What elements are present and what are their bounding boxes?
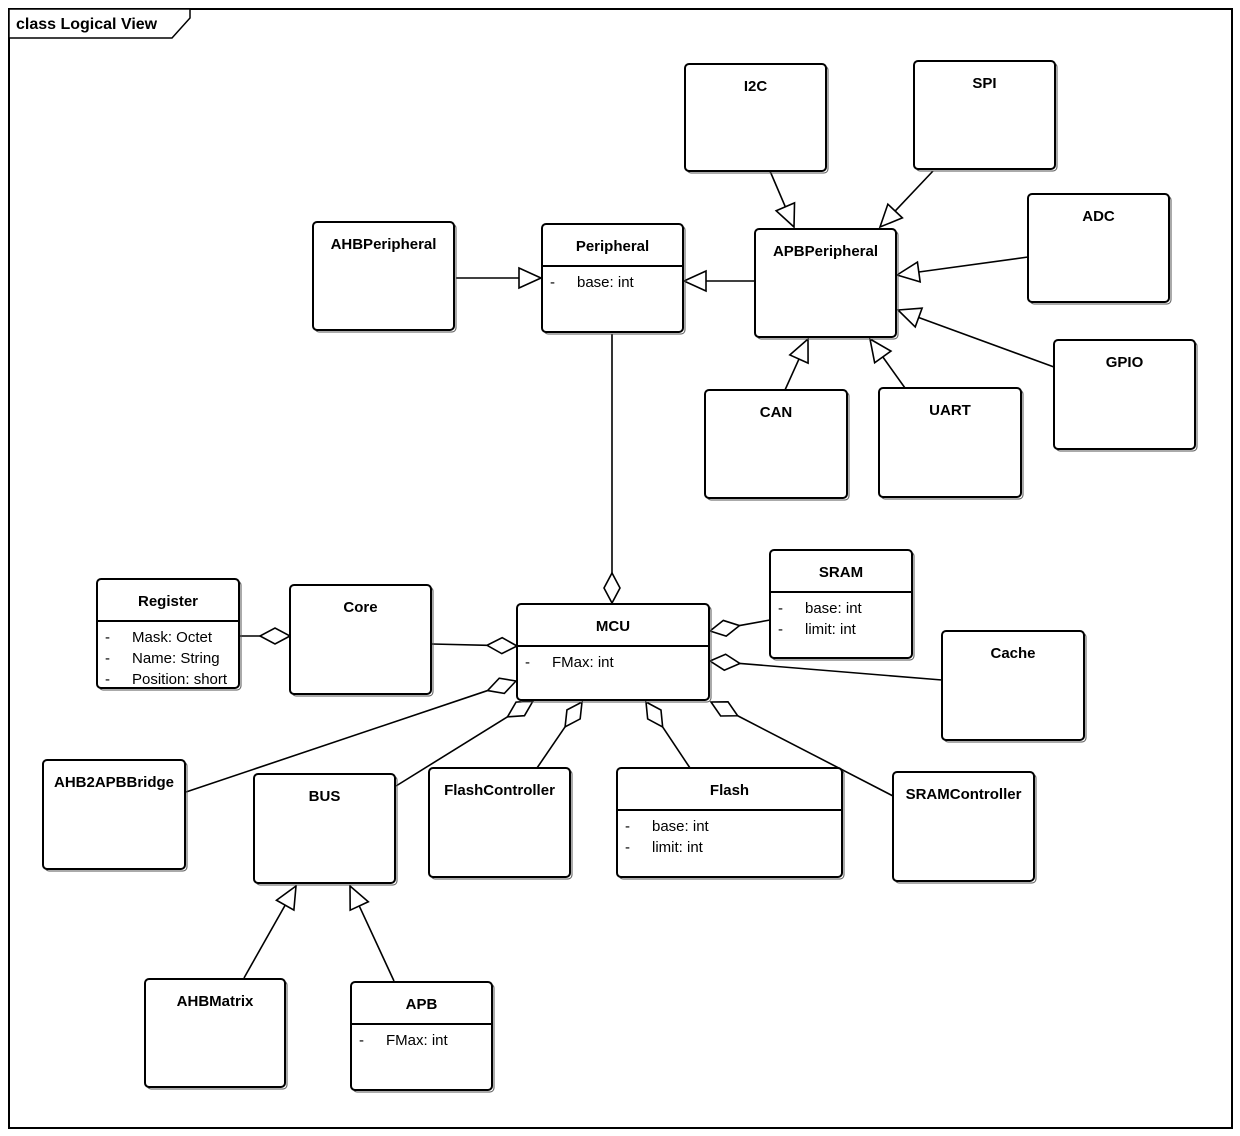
diagram-frame: class Logical View — [8, 8, 1233, 1129]
attribute-visibility: - — [105, 650, 110, 667]
attribute-visibility: - — [550, 274, 555, 291]
class-apbperipheral[interactable]: APBPeripheral — [754, 228, 899, 340]
class-name: Register — [138, 593, 198, 610]
class-mcu[interactable]: MCU - FMax: int — [516, 603, 712, 703]
class-name: SRAMController — [906, 786, 1022, 803]
class-name: APB — [406, 996, 438, 1013]
class-name: FlashController — [444, 782, 555, 799]
class-can[interactable]: CAN — [704, 389, 850, 501]
class-peripheral[interactable]: Peripheral - base: int — [541, 223, 686, 335]
class-cache[interactable]: Cache — [941, 630, 1087, 743]
class-uart[interactable]: UART — [878, 387, 1024, 500]
class-name: I2C — [744, 78, 768, 95]
class-name: BUS — [309, 788, 341, 805]
class-name: SRAM — [819, 564, 863, 581]
class-name: UART — [929, 402, 971, 419]
class-name: AHBPeripheral — [331, 236, 437, 253]
class-flash-controller[interactable]: FlashController — [428, 767, 573, 880]
class-name: SPI — [972, 75, 996, 92]
class-name: Peripheral — [576, 238, 649, 255]
class-sram[interactable]: SRAM - base: int - limit: int — [769, 549, 915, 661]
class-gpio[interactable]: GPIO — [1053, 339, 1198, 452]
class-i2-c[interactable]: I2C — [684, 63, 829, 174]
class-name: CAN — [760, 404, 793, 421]
attribute-text: Position: short — [132, 671, 228, 688]
attribute-text: base: int — [577, 274, 635, 291]
class-flash[interactable]: Flash - base: int - limit: int — [616, 767, 845, 880]
attribute-visibility: - — [105, 629, 110, 646]
attribute-visibility: - — [625, 839, 630, 856]
class-name: MCU — [596, 618, 630, 635]
class-ahbmatrix[interactable]: AHBMatrix — [144, 978, 288, 1090]
class-spi[interactable]: SPI — [913, 60, 1058, 172]
class-sramcontroller[interactable]: SRAMController — [892, 771, 1037, 884]
class-ahb2-apbbridge[interactable]: AHB2APBBridge — [42, 759, 188, 872]
attribute-visibility: - — [525, 654, 530, 671]
attribute-text: FMax: int — [552, 654, 615, 671]
class-name: Cache — [990, 645, 1035, 662]
class-register[interactable]: Register - Mask: Octet - Name: String - Positi… — [96, 578, 242, 691]
class-name: APBPeripheral — [773, 243, 878, 260]
frame-border — [8, 8, 1233, 1129]
class-name: Flash — [710, 782, 749, 799]
class-ahbperipheral[interactable]: AHBPeripheral — [312, 221, 457, 333]
class-name: AHBMatrix — [177, 993, 254, 1010]
class-apb[interactable]: APB - FMax: int — [350, 981, 495, 1093]
attribute-text: limit: int — [805, 621, 857, 638]
class-name: Core — [343, 599, 377, 616]
class-core[interactable]: Core — [289, 584, 434, 697]
class-bus[interactable]: BUS — [253, 773, 398, 886]
class-diagram-canvas: class Logical View I2C SPI ADC GPIO CAN UART A… — [8, 8, 1233, 1129]
attribute-visibility: - — [778, 621, 783, 638]
class-name: ADC — [1082, 208, 1115, 225]
attribute-text: base: int — [805, 600, 863, 617]
class-name: AHB2APBBridge — [54, 774, 174, 791]
attribute-text: base: int — [652, 818, 710, 835]
attribute-visibility: - — [359, 1032, 364, 1049]
attribute-text: limit: int — [652, 839, 704, 856]
attribute-text: FMax: int — [386, 1032, 449, 1049]
class-adc[interactable]: ADC — [1027, 193, 1172, 305]
class-name: GPIO — [1106, 354, 1144, 371]
attribute-text: Mask: Octet — [132, 629, 213, 646]
attribute-visibility: - — [625, 818, 630, 835]
frame-title: class Logical View — [16, 16, 158, 33]
attribute-text: Name: String — [132, 650, 220, 667]
attribute-visibility: - — [778, 600, 783, 617]
attribute-visibility: - — [105, 671, 110, 688]
